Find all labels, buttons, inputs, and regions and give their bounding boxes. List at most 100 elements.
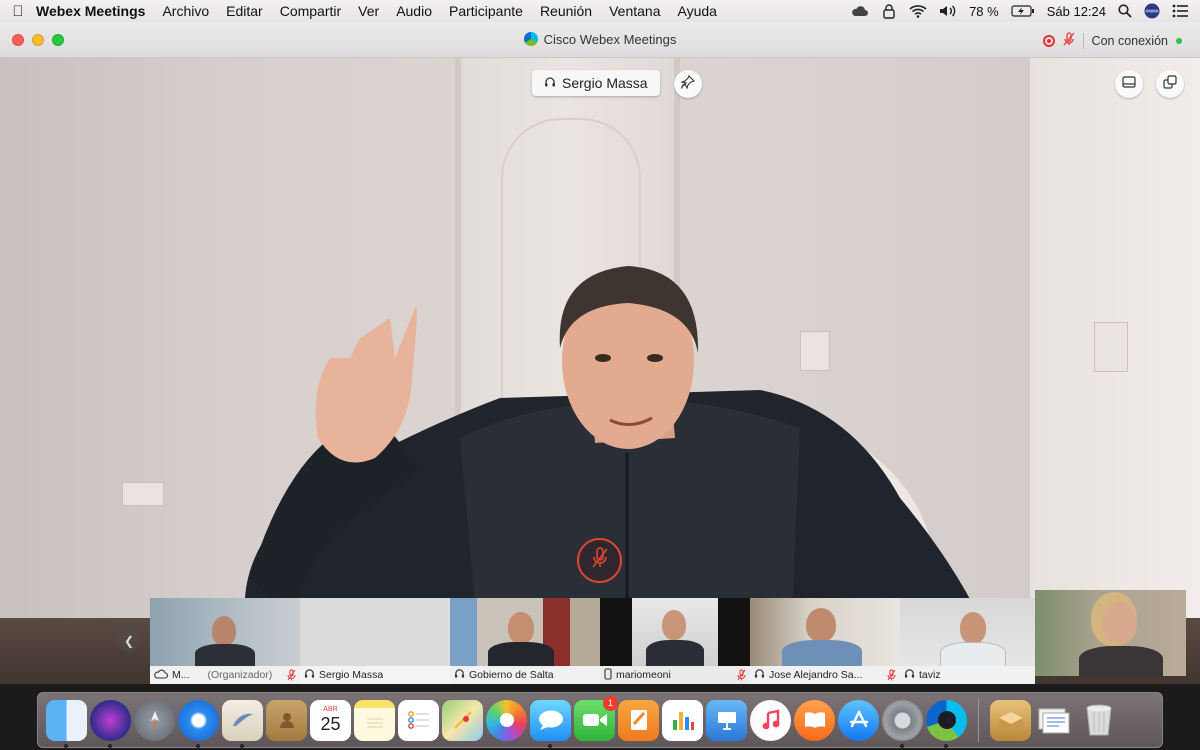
participant-body [488, 642, 554, 668]
menu-participante[interactable]: Participante [449, 3, 523, 19]
speaker-muted-indicator [577, 538, 622, 583]
participant-caption: mariomeoni [600, 666, 750, 684]
keynote-icon[interactable] [706, 699, 747, 741]
menu-ver[interactable]: Ver [358, 3, 379, 19]
apple-menu-icon[interactable]:  [0, 3, 36, 20]
window-title-text: Cisco Webex Meetings [543, 32, 677, 47]
active-speaker-video[interactable]: Sergio Massa [0, 58, 1200, 690]
icloud-icon[interactable] [851, 5, 869, 17]
participant-caption: Jose Alejandro Sa... [750, 666, 900, 684]
menu-archivo[interactable]: Archivo [162, 3, 209, 19]
self-view-video[interactable] [1035, 590, 1186, 676]
active-speaker-label[interactable]: Sergio Massa [532, 70, 660, 96]
calendar-icon[interactable]: ABR 25 [310, 699, 351, 741]
participant-caption: taviz [900, 666, 1035, 684]
menu-editar[interactable]: Editar [226, 3, 263, 19]
menu-ventana[interactable]: Ventana [609, 3, 660, 19]
menu-audio[interactable]: Audio [396, 3, 432, 19]
participant-video [750, 598, 900, 668]
notification-center-icon[interactable] [1172, 4, 1188, 18]
participant-tile[interactable]: Sergio Massa [300, 598, 450, 684]
window-title-bar: Cisco Webex Meetings Con conexión [0, 22, 1200, 58]
connection-status-dot [1176, 37, 1182, 44]
participant-head [806, 608, 836, 642]
layout-toggle-button[interactable] [1115, 70, 1143, 98]
popout-window-button[interactable] [1156, 70, 1184, 98]
webex-icon[interactable] [926, 699, 967, 748]
mic-muted-icon [737, 669, 746, 684]
wifi-icon[interactable] [909, 4, 927, 18]
reminders-icon[interactable] [398, 699, 439, 741]
participant-tile[interactable]: Gobierno de Salta [450, 598, 600, 684]
pin-speaker-button[interactable] [674, 70, 702, 98]
pages-icon[interactable] [618, 699, 659, 741]
finder-icon[interactable] [46, 699, 87, 748]
participant-tile[interactable]: taviz [900, 598, 1035, 684]
menu-ayuda[interactable]: Ayuda [677, 3, 716, 19]
participant-name: taviz [919, 669, 941, 681]
lock-person-icon[interactable] [881, 3, 897, 19]
participant-video [150, 598, 300, 668]
contacts-icon[interactable] [266, 699, 307, 741]
menu-compartir[interactable]: Compartir [280, 3, 341, 19]
headset-icon [754, 668, 765, 682]
recording-icon[interactable] [1042, 34, 1055, 47]
macos-dock: ABR 25 1 [37, 692, 1163, 748]
participant-body [195, 644, 255, 668]
spotlight-search-icon[interactable] [1118, 4, 1132, 18]
messages-icon[interactable] [530, 699, 571, 748]
participant-video [632, 598, 718, 666]
participant-caption: M... (Organizador) [150, 666, 300, 684]
participant-name: Sergio Massa [319, 669, 384, 681]
self-view-body [1079, 646, 1163, 676]
volume-icon[interactable] [939, 4, 957, 18]
photos-center [499, 713, 514, 727]
mic-muted-icon[interactable] [1063, 32, 1075, 49]
mic-muted-icon [590, 546, 610, 575]
window-title: Cisco Webex Meetings [0, 32, 1200, 47]
siri-icon[interactable] [90, 699, 131, 748]
mic-muted-icon [287, 669, 296, 684]
participant-name: Gobierno de Salta [469, 669, 554, 681]
notes-icon[interactable] [354, 699, 395, 741]
headset-icon [304, 668, 315, 682]
participant-name: M... [172, 669, 190, 681]
downloads-stack-icon[interactable] [990, 699, 1031, 741]
facetime-badge: 1 [603, 695, 618, 711]
siri-menu-icon[interactable] [1144, 3, 1160, 19]
safari-icon[interactable] [178, 699, 219, 748]
connection-status[interactable]: Con conexión [1092, 34, 1168, 48]
participant-caption: Sergio Massa [300, 666, 450, 684]
participant-body [782, 640, 862, 668]
numbers-icon[interactable] [662, 699, 703, 741]
participant-tile[interactable]: Jose Alejandro Sa... [750, 598, 900, 684]
participant-video [900, 598, 1035, 668]
maps-icon[interactable] [442, 699, 483, 741]
app-store-icon[interactable] [838, 699, 879, 741]
participant-name: mariomeoni [616, 669, 671, 681]
title-separator [1082, 32, 1084, 49]
clock[interactable]: Sáb 12:24 [1047, 4, 1106, 19]
participant-filmstrip: M... (Organizador) Sergio Massa Gobierno… [0, 598, 1200, 684]
menu-reunion[interactable]: Reunión [540, 3, 592, 19]
trash-icon[interactable] [1078, 700, 1119, 741]
books-icon[interactable] [794, 699, 835, 741]
layout-icon [1122, 75, 1136, 93]
facetime-icon[interactable]: 1 [574, 695, 618, 741]
calendar-day: 25 [320, 714, 341, 734]
mail-icon[interactable] [222, 699, 263, 748]
calendar-month: ABR [323, 706, 338, 713]
photos-icon[interactable] [486, 699, 527, 741]
participant-head [212, 616, 236, 646]
battery-icon[interactable] [1011, 5, 1035, 17]
music-icon[interactable] [750, 699, 791, 741]
phone-icon [604, 667, 612, 683]
participant-tile[interactable]: mariomeoni [600, 598, 750, 684]
launchpad-icon[interactable] [134, 699, 175, 741]
menu-app-name[interactable]: Webex Meetings [36, 3, 145, 19]
system-preferences-icon[interactable] [882, 699, 923, 748]
pin-icon [680, 74, 696, 94]
headset-icon [454, 668, 465, 682]
documents-stack-icon[interactable] [1034, 700, 1075, 741]
participant-tile[interactable]: M... (Organizador) [150, 598, 300, 684]
